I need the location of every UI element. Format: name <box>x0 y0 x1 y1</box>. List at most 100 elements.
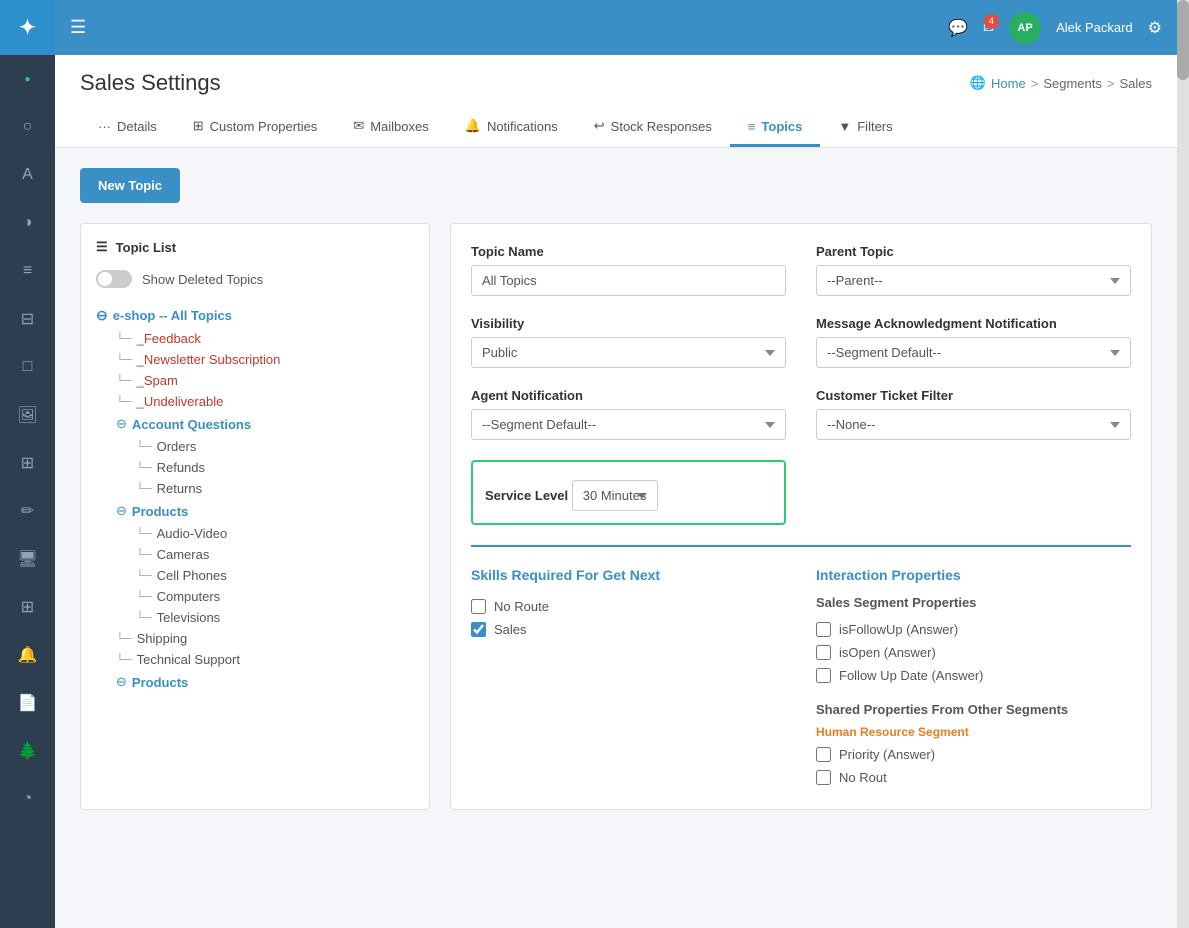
scrollbar-thumb[interactable] <box>1177 0 1189 80</box>
tabs: ··· Details ⊞ Custom Properties ✉ Mailbo… <box>80 108 1152 147</box>
tab-mailboxes[interactable]: ✉ Mailboxes <box>335 108 446 147</box>
agent-notif-select[interactable]: --Segment Default-- <box>471 409 786 440</box>
tree-item-computers[interactable]: Computers <box>96 586 414 607</box>
nav-text-icon[interactable]: A <box>8 155 48 195</box>
tree-item-shipping[interactable]: Shipping <box>96 628 414 649</box>
main-area: ☰ 💬 ✉ 4 AP Alek Packard ⚙ Sales Settings… <box>55 0 1177 928</box>
tree-products[interactable]: ⊖ Products <box>96 499 414 523</box>
topic-list-panel: ☰ Topic List Show Deleted Topics ⊖ e-sho… <box>80 223 430 810</box>
tree-item-spam[interactable]: _Spam <box>96 370 414 391</box>
skill-no-route-checkbox[interactable] <box>471 599 486 614</box>
tab-mailboxes-icon: ✉ <box>353 118 364 134</box>
prop-priority-label: Priority (Answer) <box>839 747 935 762</box>
body-area: New Topic ☰ Topic List Show Deleted Topi… <box>55 148 1177 830</box>
parent-topic-select[interactable]: --Parent-- <box>816 265 1131 296</box>
breadcrumb: 🌐 Home > Segments > Sales <box>970 75 1152 91</box>
nav-monitor-icon[interactable]: 🖥 <box>8 539 48 579</box>
two-col-layout: ☰ Topic List Show Deleted Topics ⊖ e-sho… <box>80 223 1152 810</box>
topic-name-input[interactable] <box>471 265 786 296</box>
skill-sales-checkbox[interactable] <box>471 622 486 637</box>
form-group-parent-topic: Parent Topic --Parent-- <box>816 244 1131 296</box>
sidebar-narrow: ✦ ● ○ A ◑ ≡ ⊟ □ 🖼 ⊞ ✏ 🖥 ⊞ 🔔 📄 🌲 ◔ <box>0 0 55 928</box>
tree-account-label: Account Questions <box>132 417 251 432</box>
service-level-select[interactable]: 30 Minutes <box>572 480 658 511</box>
settings-icon[interactable]: ⚙ <box>1148 18 1162 38</box>
tab-stock-icon: ↩ <box>594 118 605 134</box>
nav-circle-icon[interactable]: ○ <box>8 107 48 147</box>
prop-followupdate-checkbox[interactable] <box>816 668 831 683</box>
tab-details[interactable]: ··· Details <box>80 108 175 147</box>
tree-products-2[interactable]: ⊖ Products <box>96 670 414 694</box>
nav-table-icon[interactable]: ⊞ <box>8 443 48 483</box>
tab-filters[interactable]: ▼ Filters <box>820 108 910 147</box>
logo-icon: ✦ <box>19 15 36 40</box>
tab-filters-icon: ▼ <box>838 119 851 134</box>
nav-list-icon[interactable]: ≡ <box>8 251 48 291</box>
tree-item-cell-phones[interactable]: Cell Phones <box>96 565 414 586</box>
prop-followup-checkbox[interactable] <box>816 622 831 637</box>
nav-square-icon[interactable]: □ <box>8 347 48 387</box>
tab-details-icon: ··· <box>98 119 111 134</box>
scrollbar[interactable] <box>1177 0 1189 928</box>
skill-no-route-label: No Route <box>494 599 549 614</box>
nav-tree-icon[interactable]: 🌲 <box>8 731 48 771</box>
parent-topic-label: Parent Topic <box>816 244 1131 259</box>
tab-stock-responses[interactable]: ↩ Stock Responses <box>576 108 730 147</box>
tree-item-refunds[interactable]: Refunds <box>96 457 414 478</box>
breadcrumb-segments[interactable]: Segments <box>1043 76 1102 91</box>
tab-custom-properties[interactable]: ⊞ Custom Properties <box>175 108 336 147</box>
sales-segment-label: Sales Segment Properties <box>816 595 1131 610</box>
tab-notifications-icon: 🔔 <box>465 118 481 134</box>
prop-norout-checkbox[interactable] <box>816 770 831 785</box>
form-grid: Topic Name Parent Topic --Parent-- <box>471 244 1131 525</box>
tree-item-undeliverable[interactable]: _Undeliverable <box>96 391 414 412</box>
tree-account-questions[interactable]: ⊖ Account Questions <box>96 412 414 436</box>
prop-isopen-checkbox[interactable] <box>816 645 831 660</box>
visibility-select[interactable]: Public <box>471 337 786 368</box>
tree-item-technical-support[interactable]: Technical Support <box>96 649 414 670</box>
tab-notifications-label: Notifications <box>487 119 558 134</box>
nav-pie-icon[interactable]: ◔ <box>8 779 48 819</box>
form-group-customer-filter: Customer Ticket Filter --None-- <box>816 388 1131 440</box>
agent-notif-label: Agent Notification <box>471 388 786 403</box>
nav-bell-icon[interactable]: 🔔 <box>8 635 48 675</box>
tab-notifications[interactable]: 🔔 Notifications <box>447 108 576 147</box>
tree-item-newsletter[interactable]: _Newsletter Subscription <box>96 349 414 370</box>
topic-list-title-text: Topic List <box>116 240 176 255</box>
breadcrumb-home[interactable]: Home <box>991 76 1026 91</box>
show-deleted-toggle[interactable] <box>96 270 132 288</box>
nav-doc-icon[interactable]: 📄 <box>8 683 48 723</box>
nav-grid-icon[interactable]: ⊟ <box>8 299 48 339</box>
show-deleted-label: Show Deleted Topics <box>142 272 263 287</box>
human-resource-label: Human Resource Segment <box>816 725 1131 739</box>
tree-item-televisions[interactable]: Televisions <box>96 607 414 628</box>
skills-section: Skills Required For Get Next No Route Sa… <box>471 567 786 789</box>
nav-status-icon[interactable]: ● <box>8 59 48 99</box>
tab-topics-label: Topics <box>761 119 802 134</box>
tree-root-item[interactable]: ⊖ e-shop -- All Topics <box>96 303 414 328</box>
msg-ack-select[interactable]: --Segment Default-- <box>816 337 1131 368</box>
topic-tree: ⊖ e-shop -- All Topics _Feedback _Newsle… <box>96 303 414 694</box>
prop-followup-row: isFollowUp (Answer) <box>816 618 1131 641</box>
chat-icon[interactable]: 💬 <box>948 18 968 38</box>
tree-item-audio-video[interactable]: Audio-Video <box>96 523 414 544</box>
tree-item-feedback[interactable]: _Feedback <box>96 328 414 349</box>
customer-filter-select[interactable]: --None-- <box>816 409 1131 440</box>
tree-item-orders[interactable]: Orders <box>96 436 414 457</box>
nav-edit-icon[interactable]: ✏ <box>8 491 48 531</box>
prop-isopen-label: isOpen (Answer) <box>839 645 936 660</box>
nav-image-icon[interactable]: 🖼 <box>8 395 48 435</box>
hamburger-icon[interactable]: ☰ <box>70 17 86 38</box>
nav-moon-icon[interactable]: ◑ <box>8 203 48 243</box>
prop-followupdate-label: Follow Up Date (Answer) <box>839 668 984 683</box>
prop-priority-checkbox[interactable] <box>816 747 831 762</box>
tree-item-cameras[interactable]: Cameras <box>96 544 414 565</box>
tab-topics[interactable]: ≡ Topics <box>730 108 821 147</box>
nav-apps-icon[interactable]: ⊞ <box>8 587 48 627</box>
tab-topics-icon: ≡ <box>748 119 756 134</box>
new-topic-button[interactable]: New Topic <box>80 168 180 203</box>
mail-icon[interactable]: ✉ 4 <box>983 19 994 37</box>
tree-item-returns[interactable]: Returns <box>96 478 414 499</box>
interaction-section: Interaction Properties Sales Segment Pro… <box>816 567 1131 789</box>
breadcrumb-home-icon: 🌐 <box>970 75 986 91</box>
